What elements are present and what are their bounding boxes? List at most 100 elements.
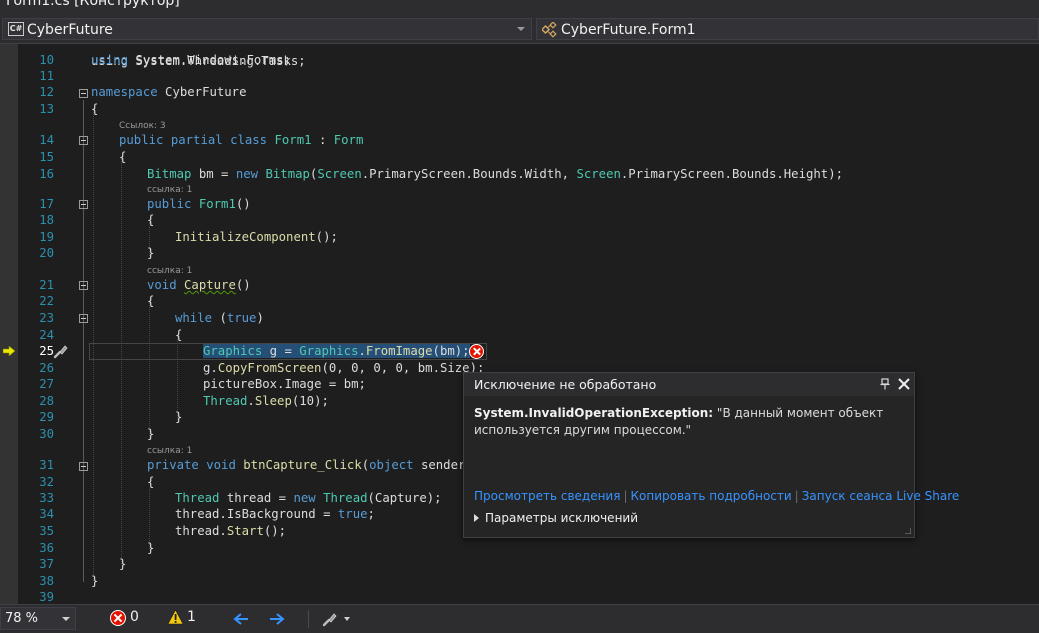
code-text: } <box>147 541 155 555</box>
line-number: 28 <box>39 394 54 408</box>
code-text: Thread thread = new Thread(Capture); <box>175 491 442 505</box>
exception-header: Исключение не обработано <box>464 373 914 396</box>
code-text: { <box>147 213 155 227</box>
code-text: { <box>119 150 127 164</box>
line-number: 13 <box>39 102 54 116</box>
exception-settings-toggle[interactable]: Параметры исключений <box>474 511 638 525</box>
line-number: 33 <box>39 491 54 505</box>
line-number: 30 <box>39 427 54 441</box>
code-line: 10 using System.Windows.Forms; <box>0 52 1039 69</box>
copy-details-link[interactable]: Копировать подробности <box>630 489 791 503</box>
codelens-references[interactable]: ссылка: 1 <box>147 446 192 457</box>
divider <box>308 610 309 628</box>
exception-type: System.InvalidOperationException: <box>474 406 714 420</box>
resize-grip-icon[interactable] <box>905 528 911 534</box>
code-line: 38} <box>0 573 1039 590</box>
line-number: 31 <box>39 458 54 472</box>
code-text: { <box>91 102 99 116</box>
code-text: g.CopyFromScreen(0, 0, 0, 0, bm.Size); <box>203 361 485 375</box>
code-text: void Capture() <box>147 278 251 292</box>
collapse-class-toggle[interactable] <box>79 136 88 145</box>
line-number: 17 <box>39 197 54 211</box>
codelens-references[interactable]: ссылка: 1 <box>147 185 192 196</box>
project-name: CyberFuture <box>27 22 113 38</box>
code-line: 17 public Form1() <box>0 196 1039 213</box>
line-number: 34 <box>39 507 54 521</box>
line-number: 15 <box>39 150 54 164</box>
exception-error-icon[interactable] <box>469 344 484 359</box>
line-number: 27 <box>39 377 54 391</box>
codelens-references[interactable]: Ссылок: 3 <box>119 121 166 132</box>
collapse-click-toggle[interactable] <box>79 462 88 471</box>
code-line: 39 <box>0 589 1039 604</box>
code-line: 12 namespace CyberFuture <box>0 84 1039 101</box>
code-line: 36} <box>0 540 1039 557</box>
code-text: thread.IsBackground = true; <box>175 507 375 521</box>
code-text: namespace CyberFuture <box>91 85 247 99</box>
error-icon <box>110 610 126 626</box>
code-text: } <box>91 574 99 588</box>
collapse-namespace-toggle[interactable] <box>79 89 88 98</box>
class-icon <box>542 22 557 38</box>
line-number: 19 <box>39 230 54 244</box>
editor-status-bar: 78 % 0 1 <box>0 604 1039 633</box>
code-text: Thread.Sleep(10); <box>203 394 329 408</box>
live-share-link[interactable]: Запуск сеанса Live Share <box>802 489 960 503</box>
code-text: pictureBox.Image = bm; <box>203 377 366 391</box>
code-text: public Form1() <box>147 197 251 211</box>
line-number: 32 <box>39 475 54 489</box>
line-number: 20 <box>39 246 54 260</box>
exception-helper-popup: Исключение не обработано System.InvalidO… <box>463 372 959 538</box>
code-text: } <box>147 427 155 441</box>
exception-title: Исключение не обработано <box>474 377 657 392</box>
exception-links: Просмотреть сведения | Копировать подробно… <box>474 489 960 503</box>
class-name: CyberFuture.Form1 <box>561 22 696 38</box>
view-details-link[interactable]: Просмотреть сведения <box>474 489 620 503</box>
navigate-back-icon[interactable] <box>233 612 249 626</box>
code-cleanup-brush-icon[interactable] <box>322 611 352 627</box>
quick-actions-brush-icon[interactable] <box>52 343 70 359</box>
line-number: 39 <box>39 590 54 604</box>
codelens-references[interactable]: ссылка: 1 <box>147 266 192 277</box>
line-number: 10 <box>39 53 54 67</box>
navigate-forward-icon[interactable] <box>269 612 285 626</box>
code-text: } <box>147 246 155 260</box>
code-text: while (true) <box>175 311 264 325</box>
line-number: 35 <box>39 524 54 538</box>
code-text: private void btnCapture_Click(object sen… <box>147 458 473 472</box>
chevron-down-icon <box>62 617 70 621</box>
warnings-count: 1 <box>187 609 196 625</box>
line-number: 23 <box>39 311 54 325</box>
line-number: 37 <box>39 557 54 571</box>
expand-triangle-icon <box>474 514 479 522</box>
project-dropdown[interactable]: C# CyberFuture <box>2 18 532 40</box>
pin-icon[interactable] <box>880 378 890 390</box>
line-number: 26 <box>39 361 54 375</box>
line-number: 21 <box>39 278 54 292</box>
code-line: 20} <box>0 245 1039 262</box>
code-line: 24 { <box>0 327 1039 344</box>
collapse-ctor-toggle[interactable] <box>79 200 88 209</box>
code-text: public partial class Form1 : Form <box>119 133 364 147</box>
code-text: { <box>147 294 155 308</box>
class-dropdown[interactable]: CyberFuture.Form1 <box>536 18 1039 40</box>
line-number: 38 <box>39 574 54 588</box>
code-line: 21 void Capture() <box>0 277 1039 294</box>
editor-navigation-bar: C# CyberFuture CyberFuture.Form1 <box>0 16 1039 44</box>
code-line: 16 Bitmap bm = new Bitmap(Screen.PrimaryS… <box>0 166 1039 183</box>
collapse-while-toggle[interactable] <box>79 314 88 323</box>
code-line: 11 <box>0 68 1039 85</box>
line-number: 36 <box>39 541 54 555</box>
line-number: 16 <box>39 167 54 181</box>
errors-count: 0 <box>130 609 139 625</box>
code-line: 18 { <box>0 212 1039 229</box>
code-text: using System.Windows.Forms; <box>91 53 291 67</box>
code-line: 19 InitializeComponent(); <box>0 229 1039 246</box>
line-number: 25 <box>39 344 54 358</box>
code-line: 15 { <box>0 149 1039 166</box>
code-line: 23 while (true) <box>0 310 1039 327</box>
warning-icon <box>167 609 184 625</box>
close-icon[interactable] <box>898 378 910 390</box>
collapse-capture-toggle[interactable] <box>79 281 88 290</box>
zoom-dropdown[interactable]: 78 % <box>0 607 76 630</box>
